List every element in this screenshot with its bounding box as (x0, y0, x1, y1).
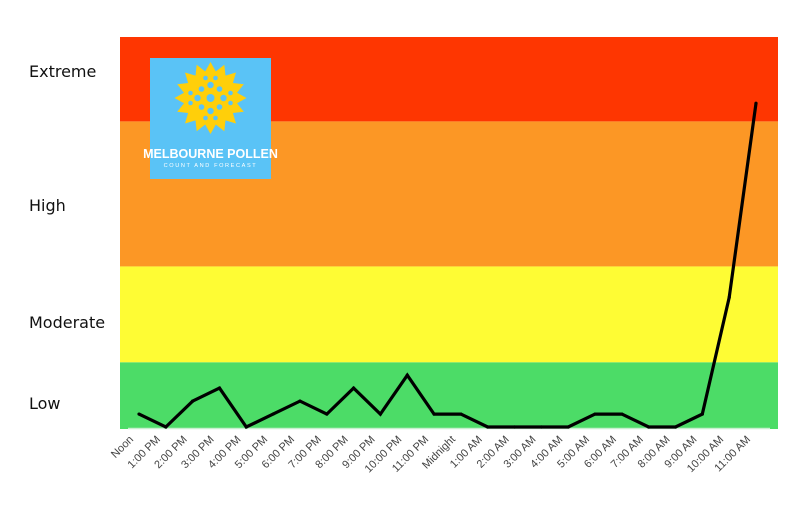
data-point (298, 399, 302, 403)
sun-icon (174, 62, 247, 134)
data-point (325, 412, 329, 416)
data-point (459, 412, 463, 416)
band-label-moderate: Moderate (29, 313, 105, 332)
data-point (566, 425, 570, 429)
logo-subtitle: COUNT AND FORECAST (164, 163, 258, 169)
pollen-dot (194, 94, 201, 102)
pollen-dot (198, 104, 205, 110)
pollen-dot (188, 90, 193, 96)
data-point (727, 295, 731, 300)
pollen-dot (213, 75, 218, 81)
pollen-dot (207, 81, 214, 89)
data-point (217, 386, 222, 390)
pollen-dot (216, 86, 223, 92)
band-moderate (120, 266, 778, 363)
data-point (405, 373, 409, 377)
data-point (673, 425, 678, 429)
pollen-dot (228, 90, 233, 96)
data-point (620, 412, 624, 416)
data-point (191, 399, 195, 403)
pollen-dot (216, 104, 223, 110)
band-label-layer: Low Moderate High Extreme (29, 62, 105, 413)
data-point (754, 101, 758, 105)
melbourne-pollen-logo: MELBOURNE POLLEN COUNT AND FORECAST (143, 58, 278, 179)
pollen-dot (220, 94, 227, 102)
data-point (271, 412, 275, 416)
data-point (378, 412, 383, 416)
data-point (432, 412, 436, 416)
pollen-dot (207, 107, 214, 115)
pollen-dot (206, 94, 215, 102)
pollen-dot (188, 100, 193, 106)
x-tick-layer: Noon1:00 PM2:00 PM3:00 PM4:00 PM5:00 PM6… (109, 434, 753, 476)
data-point (486, 425, 490, 429)
pollen-dot (198, 86, 205, 92)
pollen-dot (213, 115, 218, 121)
data-point (700, 412, 704, 416)
data-point (164, 425, 168, 429)
data-point (593, 412, 597, 416)
data-point (244, 425, 248, 429)
pollen-dot (203, 115, 208, 121)
data-point (647, 425, 651, 429)
data-point (352, 386, 356, 390)
logo-title: MELBOURNE POLLEN (143, 147, 278, 161)
pollen-chart: Low Moderate High Extreme MELBOURNE POLLEN … (29, 37, 778, 476)
data-point (512, 425, 517, 429)
pollen-dot (228, 100, 233, 106)
band-label-low: Low (29, 394, 61, 413)
pollen-dot (203, 75, 208, 81)
data-point (137, 412, 141, 416)
band-label-extreme: Extreme (29, 62, 96, 81)
data-point (539, 425, 543, 429)
band-label-high: High (29, 196, 66, 215)
band-low (120, 362, 778, 429)
